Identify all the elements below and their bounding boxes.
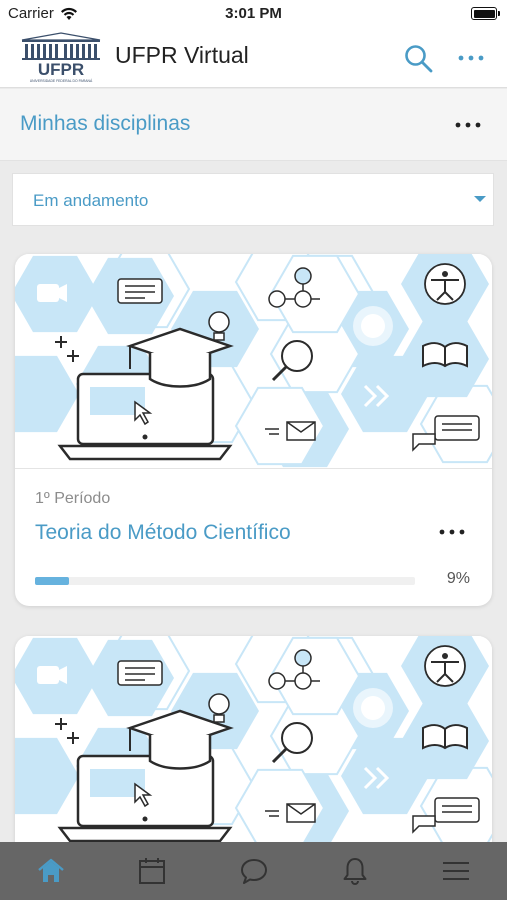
course-progress-bar <box>35 577 415 585</box>
course-progress-fill <box>35 577 70 585</box>
section-header: Minhas disciplinas <box>0 89 507 161</box>
course-card[interactable] <box>15 636 492 866</box>
tab-bar <box>0 842 507 900</box>
course-progress-label: 9% <box>446 570 470 587</box>
course-image <box>15 636 492 851</box>
home-icon <box>37 858 64 882</box>
filter-selected-value: Em andamento <box>33 191 149 210</box>
course-more-icon[interactable] <box>435 520 469 544</box>
calendar-icon <box>139 858 166 884</box>
status-bar: Carrier 3:01 PM <box>0 0 507 28</box>
tab-home[interactable] <box>0 842 101 900</box>
tab-menu[interactable] <box>406 842 507 900</box>
tab-notifications[interactable] <box>304 842 405 900</box>
section-title: Minhas disciplinas <box>20 112 191 135</box>
course-card-body: 1º Período Teoria do Método Científico 9… <box>15 470 492 606</box>
logo-subtext: UNIVERSIDADE FEDERAL DO PARANÁ <box>30 79 93 83</box>
more-horizontal-icon[interactable] <box>455 46 487 70</box>
course-illustration <box>15 254 492 468</box>
chat-icon <box>240 859 267 884</box>
tab-messages[interactable] <box>203 842 304 900</box>
section-more-icon[interactable] <box>452 111 484 139</box>
app-title: UFPR Virtual <box>115 42 249 68</box>
status-time: 3:01 PM <box>225 5 282 22</box>
course-period: 1º Período <box>35 490 111 507</box>
search-icon[interactable] <box>402 42 434 74</box>
course-card[interactable]: 1º Período Teoria do Método Científico 9… <box>15 254 492 606</box>
caret-down-icon <box>474 196 486 202</box>
menu-icon <box>443 862 470 880</box>
course-title[interactable]: Teoria do Método Científico <box>35 521 291 545</box>
app-header: UFPR UNIVERSIDADE FEDERAL DO PARANÁ UFPR… <box>0 28 507 88</box>
bell-icon <box>343 858 367 885</box>
battery-icon <box>471 7 500 20</box>
course-image <box>15 254 492 469</box>
logo-text: UFPR <box>38 60 84 79</box>
ufpr-logo: UFPR UNIVERSIDADE FEDERAL DO PARANÁ <box>20 32 102 84</box>
tab-calendar[interactable] <box>101 842 202 900</box>
status-filter-select[interactable]: Em andamento <box>12 173 494 226</box>
course-illustration <box>15 636 492 850</box>
